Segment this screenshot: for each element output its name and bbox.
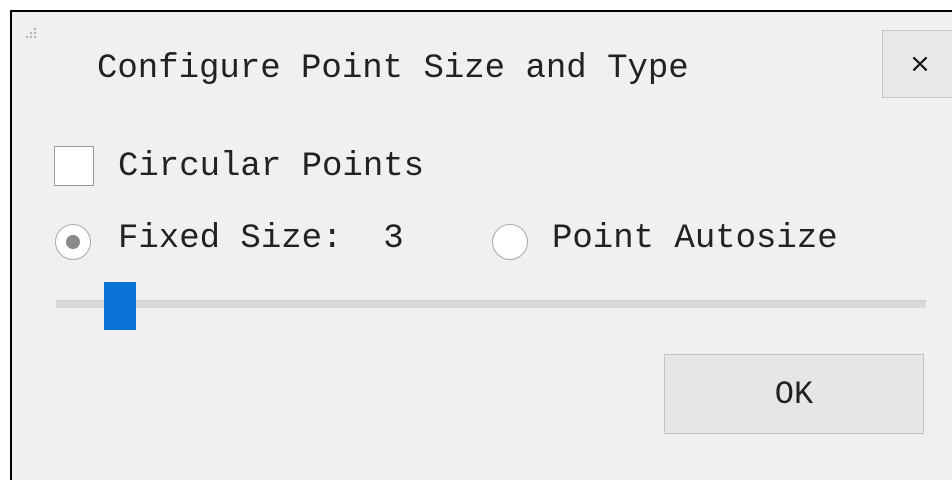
circular-points-checkbox[interactable] — [54, 146, 94, 186]
size-slider-thumb[interactable] — [104, 282, 136, 330]
ok-button[interactable]: OK — [664, 354, 924, 434]
point-autosize-label[interactable]: Point Autosize — [552, 220, 838, 258]
dialog-title: Configure Point Size and Type — [97, 50, 689, 88]
fixed-size-value: 3 — [383, 220, 404, 258]
radio-selected-dot — [66, 235, 80, 249]
close-button[interactable]: × — [882, 30, 952, 98]
fixed-size-label[interactable]: Fixed Size: 3 — [118, 220, 404, 258]
circular-points-label[interactable]: Circular Points — [118, 148, 424, 186]
fixed-size-radio[interactable] — [55, 224, 91, 260]
drag-grip-icon[interactable] — [24, 26, 38, 40]
configure-point-dialog: Configure Point Size and Type × Circular… — [10, 10, 952, 480]
close-icon: × — [909, 49, 931, 79]
fixed-size-text: Fixed Size: — [118, 220, 343, 258]
size-slider-track[interactable] — [56, 300, 926, 308]
point-autosize-radio[interactable] — [492, 224, 528, 260]
